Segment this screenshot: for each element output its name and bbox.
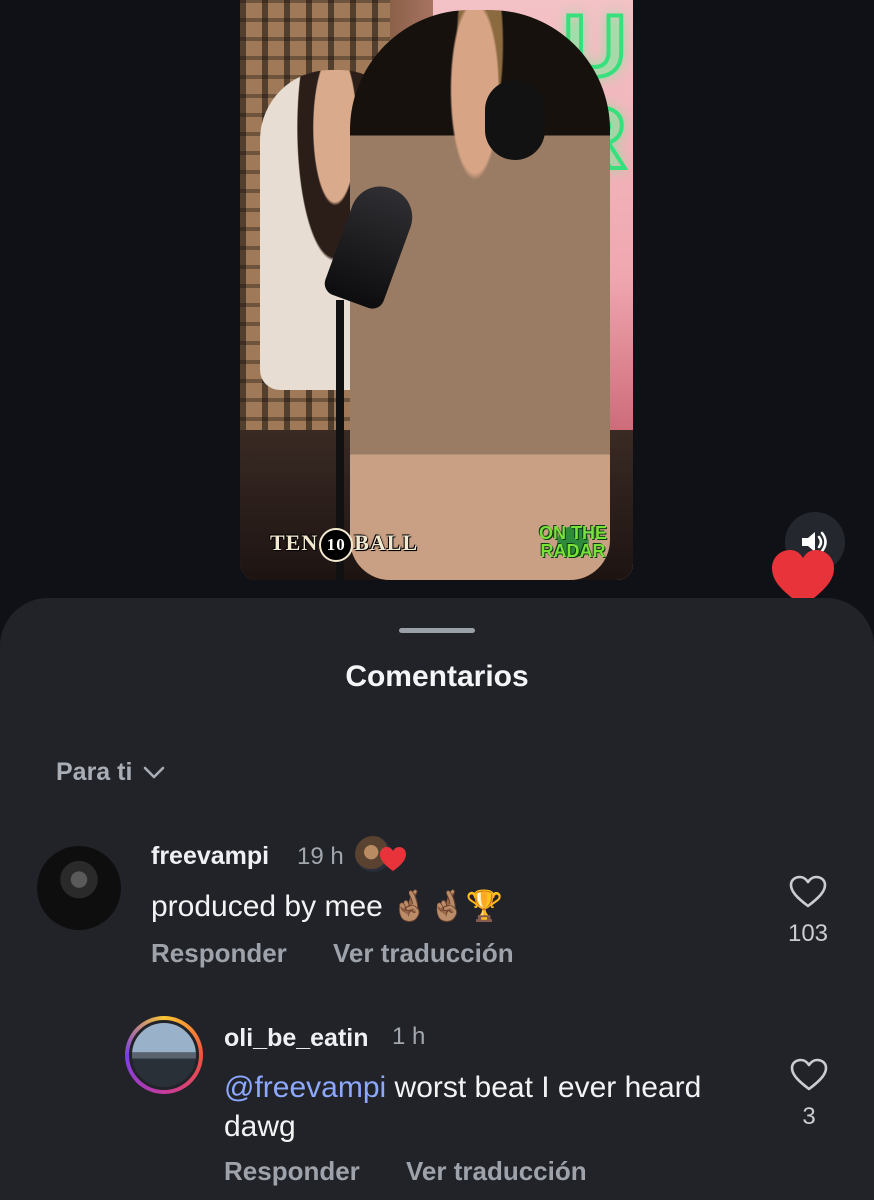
on-the-radar-logo: ON THE RADAR <box>537 523 609 561</box>
comments-sheet: Comentarios Para ti freevampi 19 h produ… <box>0 598 874 1200</box>
comment-like-button[interactable]: 103 <box>778 875 838 948</box>
drag-handle[interactable] <box>399 628 475 633</box>
chevron-down-icon <box>144 766 165 778</box>
headphones <box>485 80 545 160</box>
mention-link[interactable]: @freevampi <box>224 1071 386 1104</box>
heart-filled-icon <box>380 847 406 871</box>
video-player[interactable]: U R TEN10BALL ON THE RADAR <box>240 0 633 580</box>
comment-username[interactable]: oli_be_eatin <box>224 1024 369 1053</box>
comment-text: @freevampi worst beat I ever heard dawg <box>224 1068 744 1146</box>
avatar <box>129 1020 199 1090</box>
performer <box>350 10 610 580</box>
tenball-logo: TEN 10 BALL <box>270 528 418 562</box>
comment-like-button[interactable]: 3 <box>779 1058 839 1131</box>
like-count: 3 <box>802 1103 816 1130</box>
avatar-story-ring[interactable] <box>125 1016 203 1094</box>
reply-button[interactable]: Responder <box>224 1156 360 1187</box>
sheet-title: Comentarios <box>345 660 529 693</box>
comment-text: produced by mee 🤞🏽🤞🏽🏆 <box>151 890 504 923</box>
sort-label: Para ti <box>56 758 133 786</box>
heart-outline-icon <box>789 875 827 908</box>
translate-button[interactable]: Ver traducción <box>333 938 514 969</box>
sort-dropdown[interactable]: Para ti <box>56 758 166 787</box>
like-count: 103 <box>787 920 829 947</box>
reply-button[interactable]: Responder <box>151 938 287 969</box>
heart-outline-icon <box>790 1058 828 1091</box>
translate-button[interactable]: Ver traducción <box>406 1156 587 1187</box>
comment-username[interactable]: freevampi <box>151 842 269 871</box>
comment-timestamp: 19 h <box>297 843 344 870</box>
creator-liked-badge <box>355 836 407 876</box>
avatar[interactable] <box>37 846 121 930</box>
comment-timestamp: 1 h <box>392 1023 426 1050</box>
